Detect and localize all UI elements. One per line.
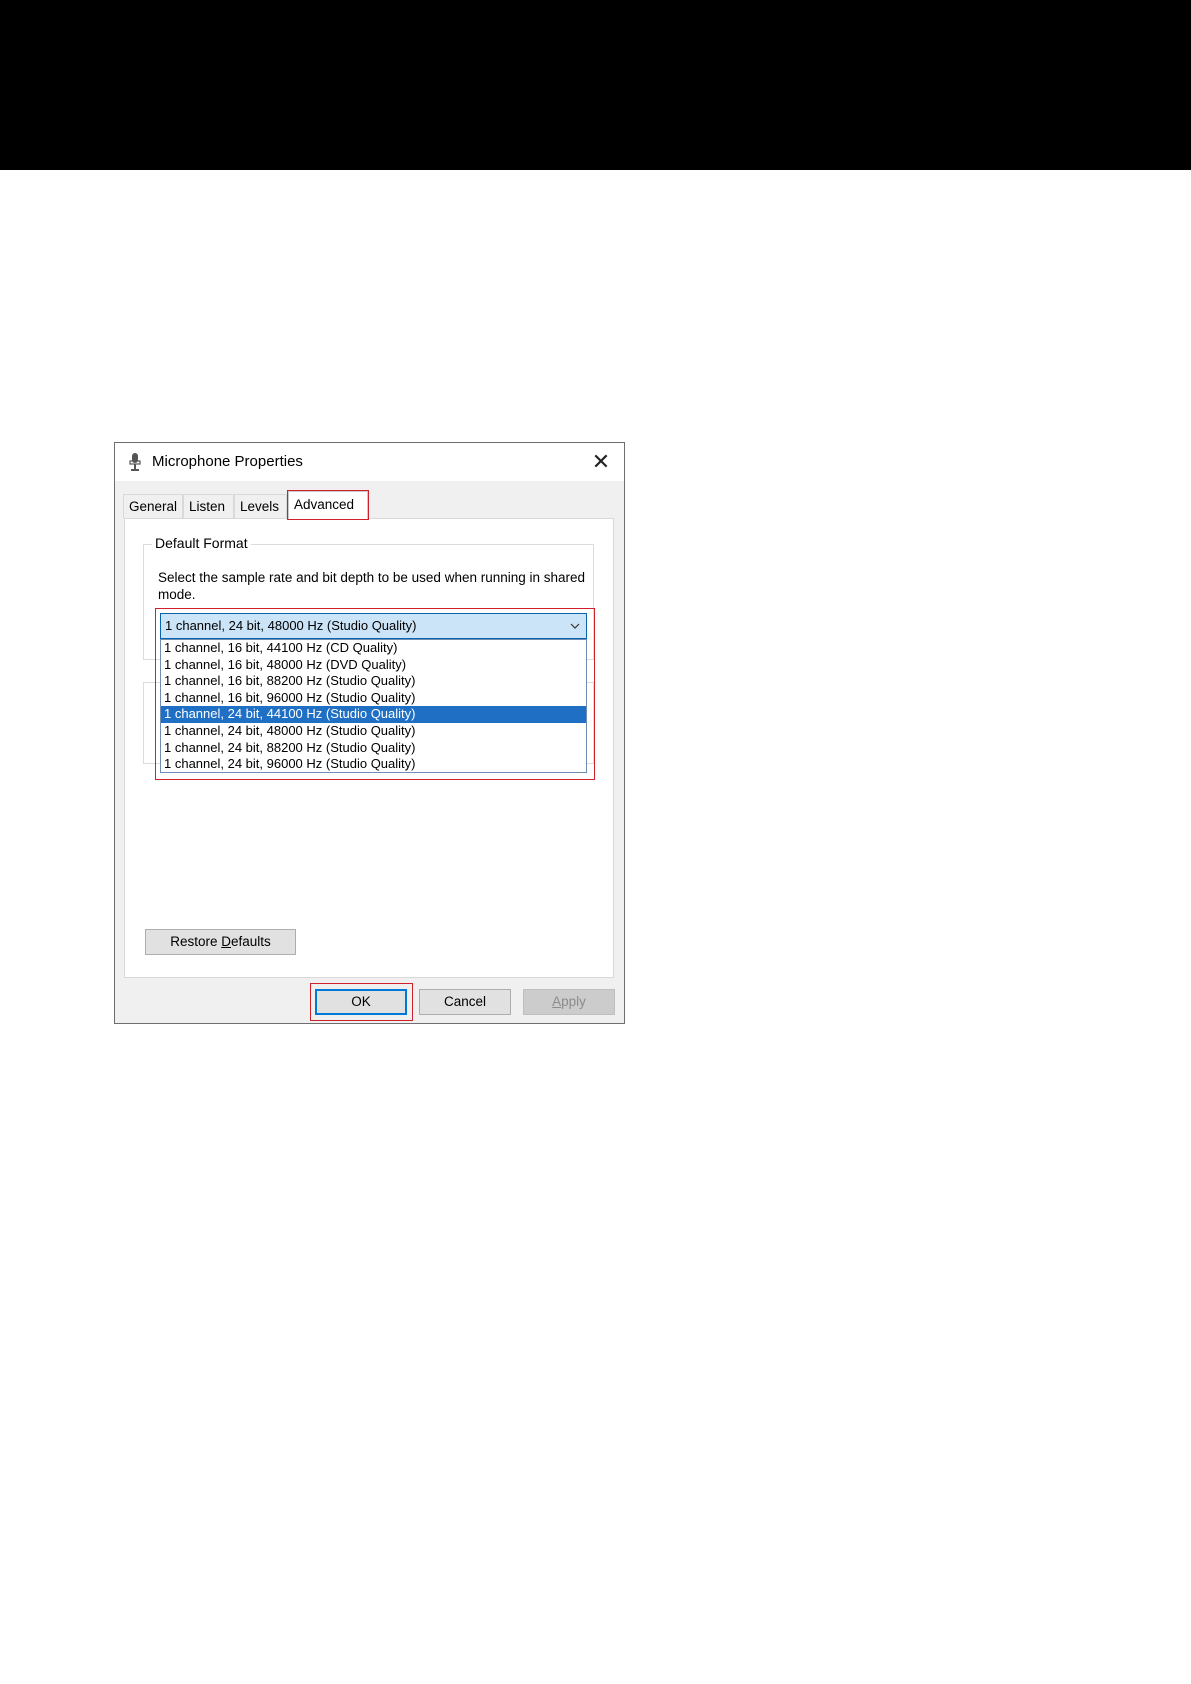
dialog-title: Microphone Properties: [152, 453, 303, 470]
microphone-icon: [129, 453, 141, 471]
format-option[interactable]: 1 channel, 24 bit, 88200 Hz (Studio Qual…: [161, 740, 586, 757]
restore-label-suffix: efaults: [231, 934, 271, 949]
tab-general[interactable]: General: [123, 494, 183, 518]
format-option[interactable]: 1 channel, 16 bit, 88200 Hz (Studio Qual…: [161, 673, 586, 690]
default-format-selected-value: 1 channel, 24 bit, 48000 Hz (Studio Qual…: [165, 618, 417, 633]
restore-label-accelerator: D: [221, 934, 231, 949]
title-bar: Microphone Properties ✕: [115, 443, 624, 481]
top-black-bar: [0, 0, 1191, 170]
format-option[interactable]: 1 channel, 24 bit, 48000 Hz (Studio Qual…: [161, 723, 586, 740]
default-format-label: Default Format: [152, 535, 251, 551]
format-option[interactable]: 1 channel, 16 bit, 48000 Hz (DVD Quality…: [161, 657, 586, 674]
close-button[interactable]: ✕: [578, 443, 624, 481]
format-option-highlighted[interactable]: 1 channel, 24 bit, 44100 Hz (Studio Qual…: [161, 706, 586, 723]
default-format-description: Select the sample rate and bit depth to …: [158, 570, 586, 602]
default-format-select[interactable]: 1 channel, 24 bit, 48000 Hz (Studio Qual…: [160, 613, 587, 639]
restore-label-prefix: Restore: [170, 934, 222, 949]
restore-defaults-button[interactable]: Restore Defaults: [145, 929, 296, 955]
close-icon: ✕: [591, 449, 611, 474]
microphone-properties-dialog: Microphone Properties ✕ General Listen L…: [114, 442, 625, 1024]
tab-listen[interactable]: Listen: [183, 494, 234, 518]
format-option[interactable]: 1 channel, 16 bit, 44100 Hz (CD Quality): [161, 640, 586, 657]
apply-button[interactable]: Apply: [523, 989, 615, 1015]
default-format-dropdown-list: 1 channel, 16 bit, 44100 Hz (CD Quality)…: [160, 639, 587, 773]
chevron-down-icon: [570, 623, 580, 629]
format-option[interactable]: 1 channel, 16 bit, 96000 Hz (Studio Qual…: [161, 690, 586, 707]
advanced-panel: Default Format Select the sample rate an…: [124, 518, 614, 978]
cancel-button[interactable]: Cancel: [419, 989, 511, 1015]
ok-button[interactable]: OK: [315, 989, 407, 1015]
apply-label-accelerator: A: [552, 994, 562, 1009]
tab-levels[interactable]: Levels: [234, 494, 287, 518]
format-option[interactable]: 1 channel, 24 bit, 96000 Hz (Studio Qual…: [161, 756, 586, 773]
apply-label-suffix: pply: [561, 994, 586, 1009]
tab-advanced[interactable]: Advanced: [287, 490, 369, 520]
